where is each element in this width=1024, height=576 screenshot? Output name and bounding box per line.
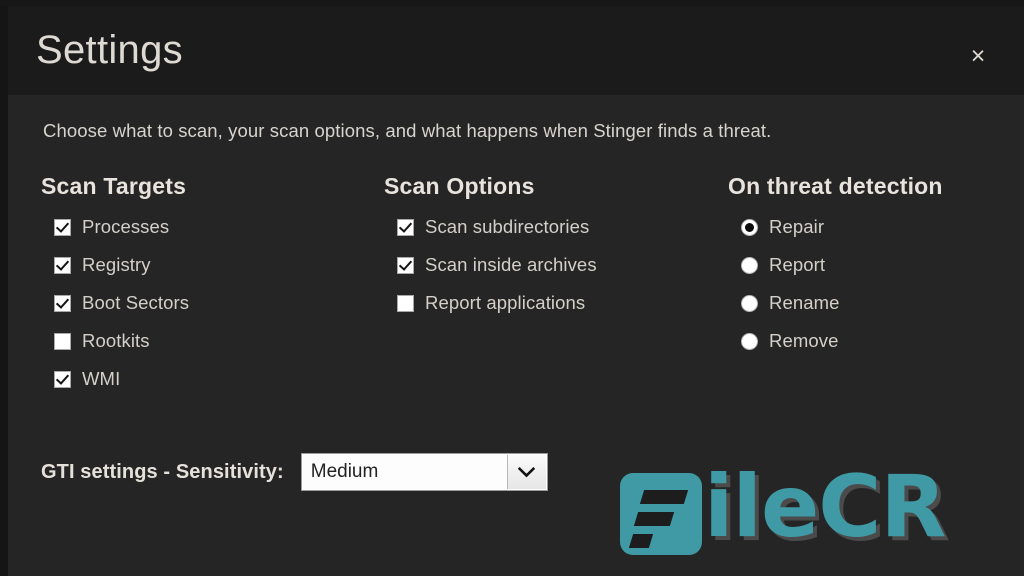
radio-label-repair: Repair — [769, 216, 825, 237]
gti-settings-label: GTI settings - Sensitivity: — [41, 460, 284, 483]
checkbox-rootkits[interactable] — [54, 332, 71, 350]
checkbox-label-scan-inside-archives: Scan inside archives — [425, 254, 597, 275]
radio-report[interactable] — [741, 256, 758, 274]
radio-row-repair[interactable]: Repair — [728, 214, 943, 240]
settings-description: Choose what to scan, your scan options, … — [43, 120, 772, 141]
checkbox-row-report-applications[interactable]: Report applications — [384, 290, 597, 316]
checkbox-label-report-applications: Report applications — [425, 292, 586, 313]
checkbox-scan-subdirectories[interactable] — [397, 218, 414, 236]
settings-window: Settings × Choose what to scan, your sca… — [0, 0, 1024, 576]
threat-detection-section: On threat detection Repair Report Rename… — [728, 173, 943, 366]
checkbox-wmi[interactable] — [54, 370, 71, 388]
radio-label-remove: Remove — [769, 330, 839, 351]
checkbox-row-rootkits[interactable]: Rootkits — [41, 328, 189, 354]
radio-row-remove[interactable]: Remove — [728, 328, 943, 354]
scan-options-heading: Scan Options — [384, 173, 535, 199]
chevron-down-icon[interactable] — [506, 455, 546, 489]
checkbox-label-processes: Processes — [82, 216, 170, 237]
radio-remove[interactable] — [741, 332, 758, 350]
settings-body: Choose what to scan, your scan options, … — [8, 95, 1024, 576]
radio-row-report[interactable]: Report — [728, 252, 943, 278]
radio-label-rename: Rename — [769, 292, 840, 313]
checkbox-row-registry[interactable]: Registry — [41, 252, 189, 278]
gti-sensitivity-value: Medium — [310, 461, 379, 482]
checkbox-report-applications[interactable] — [397, 294, 414, 312]
gti-sensitivity-select[interactable]: Medium — [300, 453, 548, 491]
title-bar: Settings × — [8, 6, 1024, 95]
radio-label-report: Report — [769, 254, 826, 275]
checkbox-label-rootkits: Rootkits — [82, 330, 150, 351]
gti-settings-row: GTI settings - Sensitivity: Medium — [41, 453, 548, 491]
scan-options-section: Scan Options Scan subdirectories Scan in… — [384, 173, 597, 328]
checkbox-label-wmi: WMI — [82, 368, 121, 389]
checkbox-row-scan-subdirectories[interactable]: Scan subdirectories — [384, 214, 597, 240]
window-border-left — [0, 0, 8, 576]
checkbox-label-scan-subdirectories: Scan subdirectories — [425, 216, 590, 237]
checkbox-scan-inside-archives[interactable] — [397, 256, 414, 274]
radio-repair[interactable] — [741, 218, 758, 236]
close-icon[interactable]: × — [956, 34, 1000, 78]
threat-detection-heading: On threat detection — [728, 173, 943, 199]
checkbox-boot-sectors[interactable] — [54, 294, 71, 312]
radio-row-rename[interactable]: Rename — [728, 290, 943, 316]
scan-targets-section: Scan Targets Processes Registry Boot Sec… — [41, 173, 189, 404]
checkbox-label-boot-sectors: Boot Sectors — [82, 292, 190, 313]
radio-rename[interactable] — [741, 294, 758, 312]
checkbox-row-processes[interactable]: Processes — [41, 214, 189, 240]
checkbox-registry[interactable] — [54, 256, 71, 274]
checkbox-label-registry: Registry — [82, 254, 151, 275]
checkbox-row-scan-inside-archives[interactable]: Scan inside archives — [384, 252, 597, 278]
checkbox-processes[interactable] — [54, 218, 71, 236]
checkbox-row-boot-sectors[interactable]: Boot Sectors — [41, 290, 189, 316]
page-title: Settings — [36, 28, 183, 72]
scan-targets-heading: Scan Targets — [41, 173, 187, 199]
checkbox-row-wmi[interactable]: WMI — [41, 366, 189, 392]
